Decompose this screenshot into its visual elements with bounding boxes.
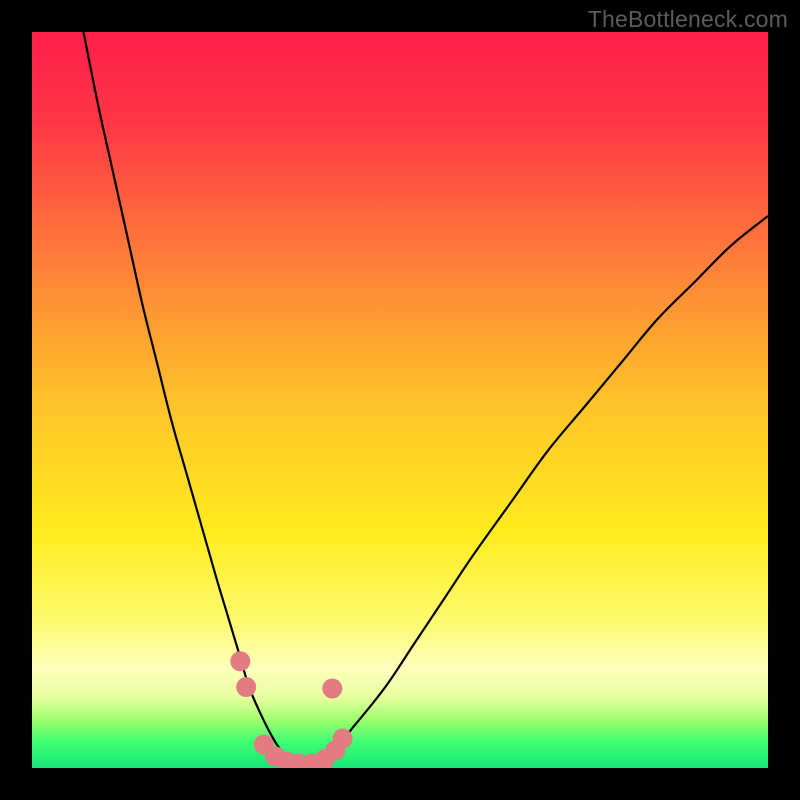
chart-frame: TheBottleneck.com — [0, 0, 800, 800]
plot-area — [32, 32, 768, 768]
watermark-text: TheBottleneck.com — [588, 6, 788, 33]
gradient-background — [32, 32, 768, 768]
bottleneck-chart — [32, 32, 768, 768]
highlight-point — [322, 679, 342, 699]
highlight-point — [333, 729, 353, 749]
highlight-point — [230, 651, 250, 671]
highlight-point — [236, 677, 256, 697]
